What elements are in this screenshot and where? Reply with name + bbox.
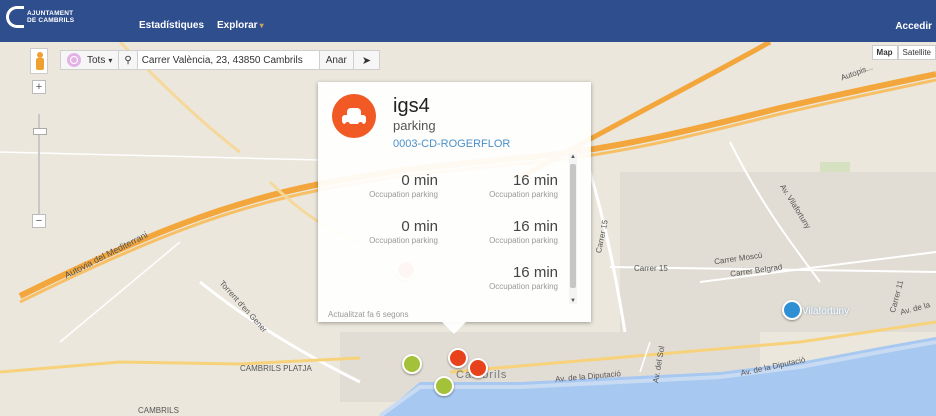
zoom-in-button[interactable]: + [32,80,46,94]
sensor-marker[interactable] [402,354,422,374]
nav-item-explorar[interactable]: Explorar ▾ [217,20,264,31]
map-label-vilafortuny: Vilafortuny [802,306,850,317]
parking-marker[interactable] [448,348,468,368]
map-type-control: Map Satellite [871,45,936,60]
street-view-pegman[interactable] [30,48,48,74]
info-popup: igs4 parking 0003-CD-ROGERFLOR 0 min Occ… [318,82,591,334]
logo-mark [6,6,24,28]
caret-down-icon: ▾ [108,55,113,65]
popup-scrollbar[interactable]: ▲ ▼ [569,154,577,304]
metric-item: 16 min Occupation parking [489,218,558,245]
metric-item: 0 min Occupation parking [369,172,438,199]
popup-pointer [442,322,466,334]
metric-item: 0 min Occupation parking [369,218,438,245]
metric-item: 16 min Occupation parking [489,172,558,199]
map-toolbar: Tots ▾ ⚲ Carrer València, 23, 43850 Camb… [60,50,381,72]
top-navbar: AJUNTAMENT DE CAMBRILS Estadístiques Expl… [0,0,936,42]
map-type-satellite[interactable]: Satellite [897,45,936,60]
popup-title: igs4 [393,95,430,117]
locate-button[interactable]: ➤ [353,50,381,70]
go-button[interactable]: Anar [319,50,354,70]
location-pin-button[interactable]: ⚲ [119,50,138,70]
popup-device-link[interactable]: 0003-CD-ROGERFLOR [393,138,510,150]
logo[interactable]: AJUNTAMENT DE CAMBRILS [6,6,96,36]
car-icon [332,94,376,138]
map-canvas[interactable]: Tots ▾ ⚲ Carrer València, 23, 43850 Camb… [0,42,936,416]
sensor-marker[interactable] [434,376,454,396]
navigation-arrow-icon: ➤ [361,54,372,67]
address-input[interactable]: Carrer València, 23, 43850 Cambrils [137,50,320,70]
nav-item-estadistiques[interactable]: Estadístiques [139,20,204,31]
zoom-out-button[interactable]: − [32,214,46,228]
scroll-down-icon[interactable]: ▼ [569,298,577,304]
metric-item: 16 min Occupation parking [489,264,558,291]
scrollbar-thumb[interactable] [570,164,576,288]
popup-subtitle: parking [393,118,436,133]
map-label-carrer15: Carrer 15 [634,264,668,273]
wifi-marker[interactable] [782,300,802,320]
filter-label: Tots [87,54,106,66]
filter-icon [67,53,81,67]
map-label-platja: CAMBRILS PLATJA [240,364,312,373]
logo-text: AJUNTAMENT DE CAMBRILS [27,10,75,24]
updated-timestamp: Actualitzat fa 6 segons [328,310,409,319]
filter-dropdown[interactable]: Tots ▾ [60,50,120,70]
map-pin-icon: ⚲ [124,54,132,66]
zoom-slider-thumb[interactable] [33,128,47,135]
map-type-map[interactable]: Map [871,45,898,60]
address-value: Carrer València, 23, 43850 Cambrils [141,54,303,66]
login-link[interactable]: Accedir [895,21,932,32]
map-label-cambrils-low: CAMBRILS [138,406,179,415]
scroll-up-icon[interactable]: ▲ [569,154,577,160]
parking-marker[interactable] [468,358,488,378]
